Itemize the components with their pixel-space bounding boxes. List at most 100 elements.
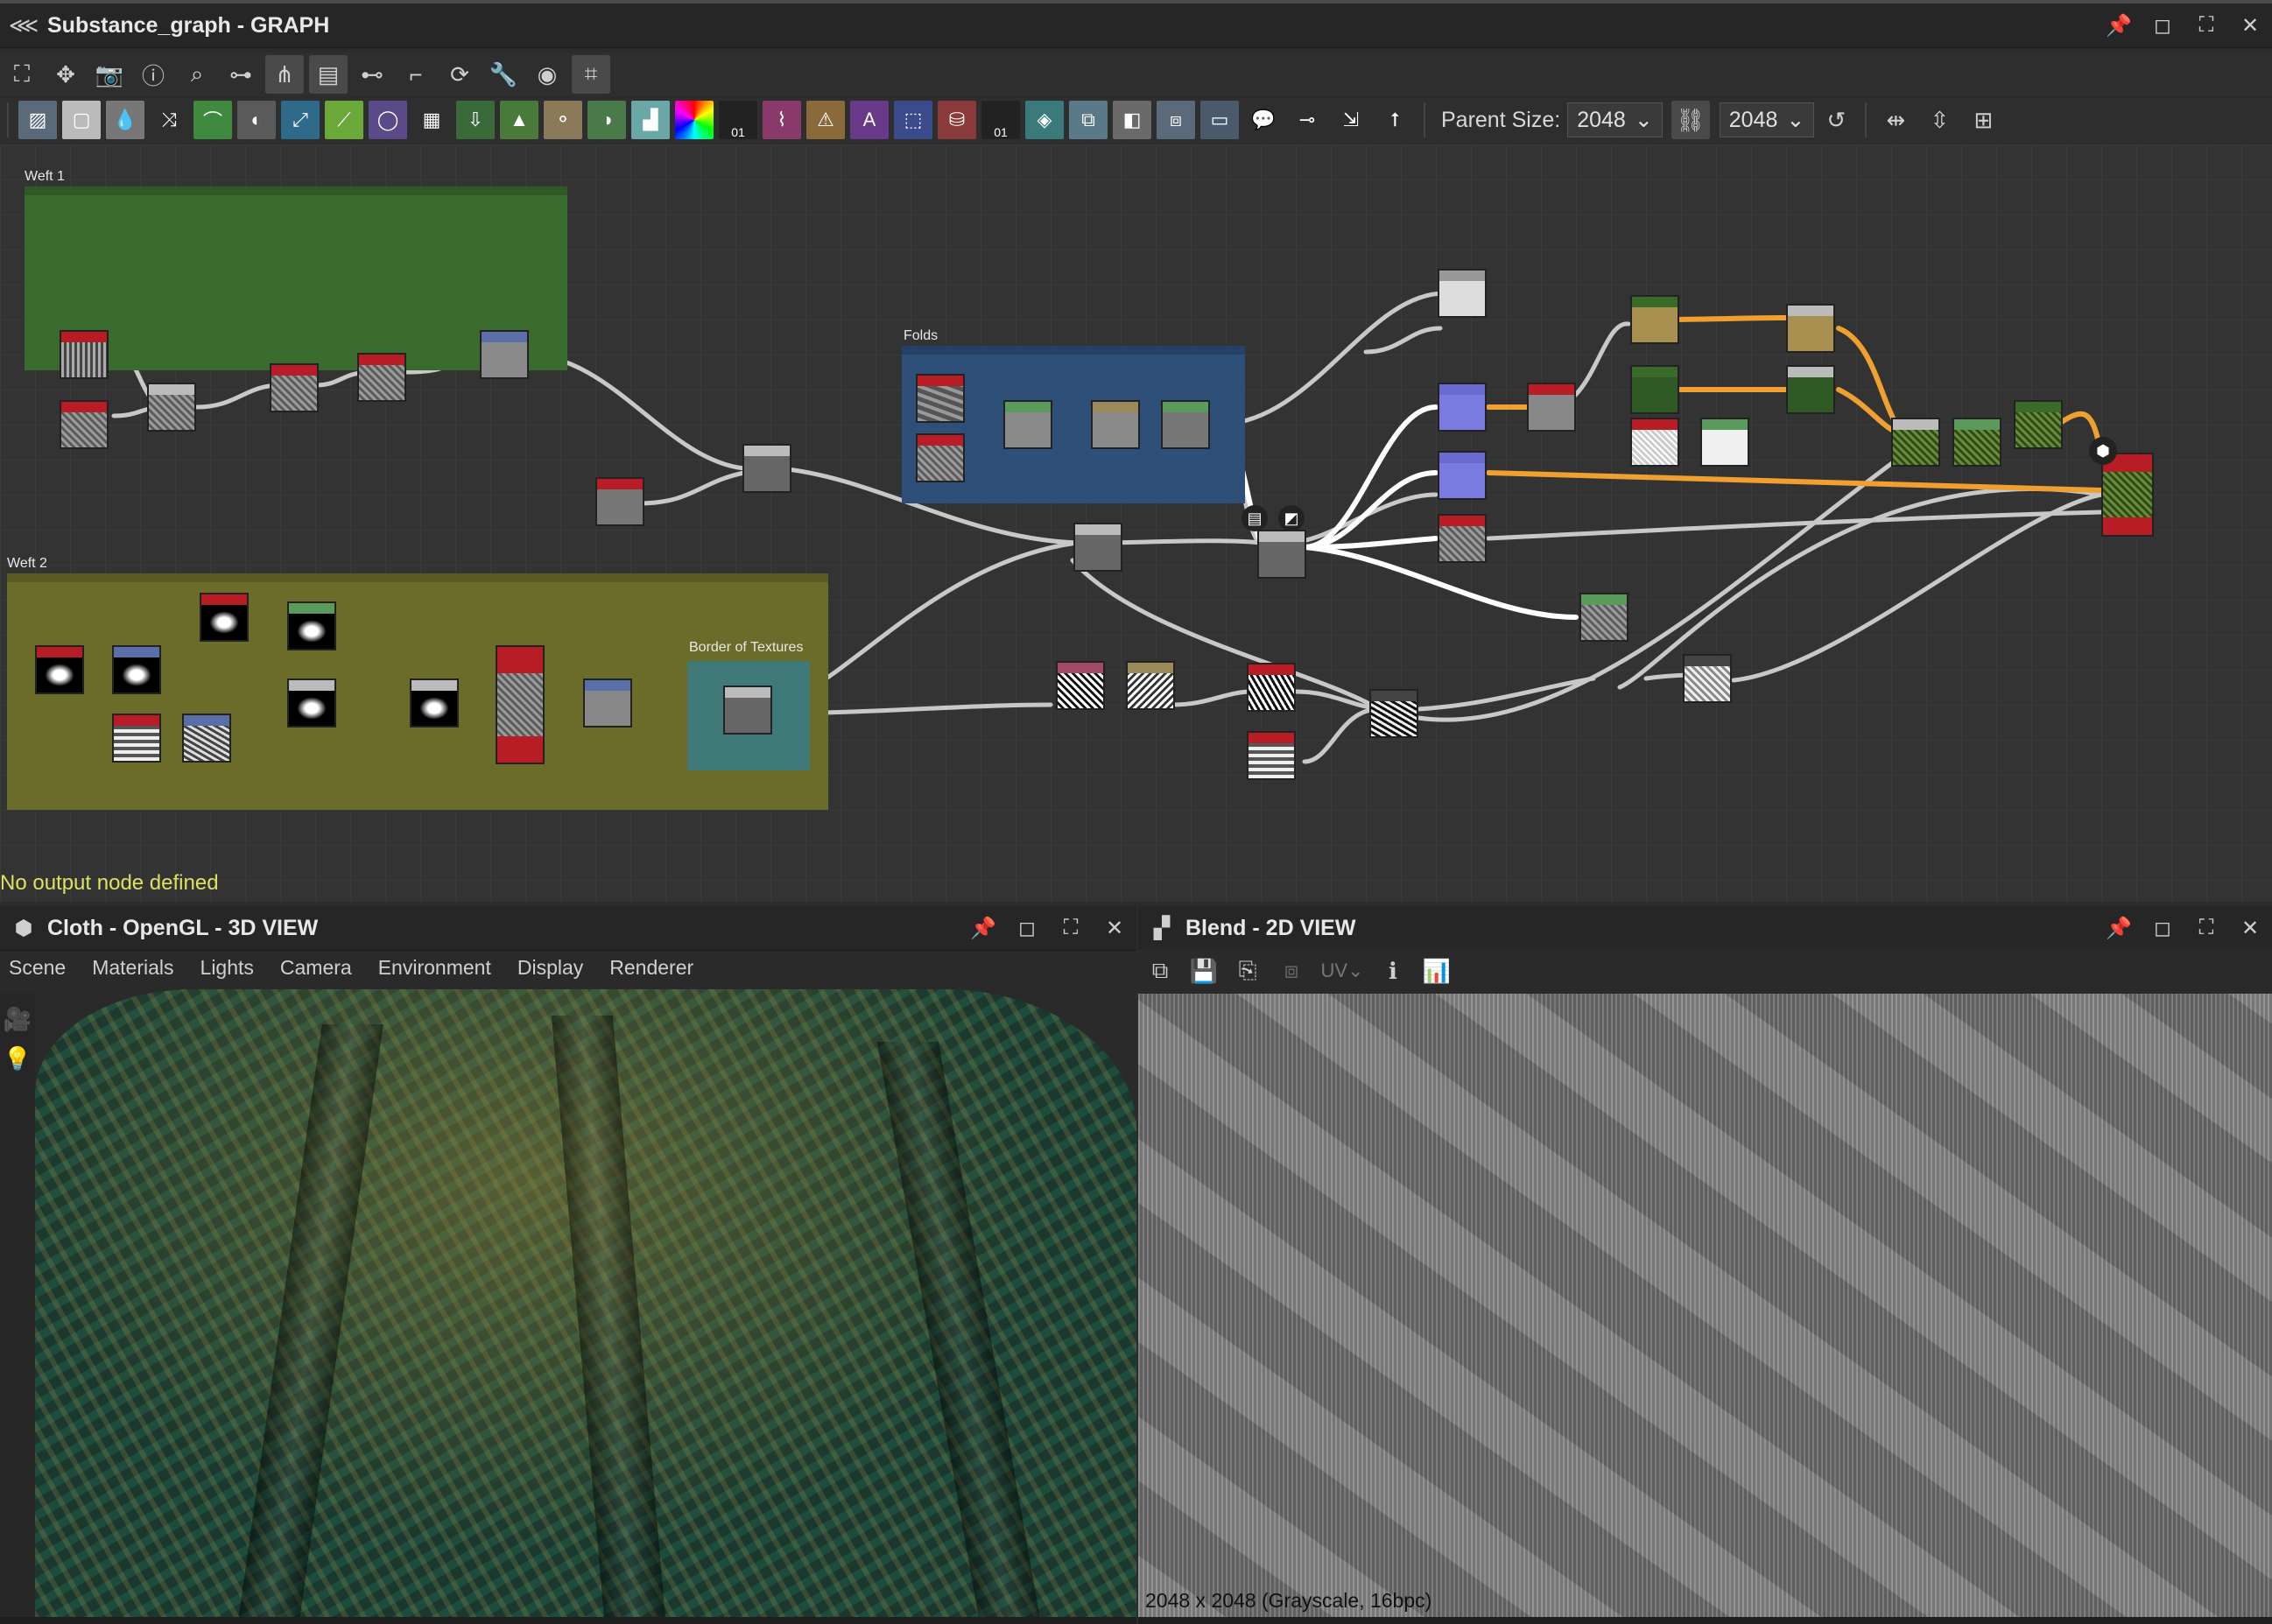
menu-renderer[interactable]: Renderer bbox=[609, 956, 693, 980]
graph-node[interactable] bbox=[1257, 530, 1306, 579]
pattern-icon[interactable]: ◈ bbox=[1025, 101, 1064, 139]
restore-icon[interactable]: ◻ bbox=[2141, 13, 2184, 39]
pin-icon[interactable]: 📌 bbox=[961, 916, 1005, 941]
link-size-icon[interactable]: ⛓ bbox=[1671, 101, 1710, 139]
graph-layout-icon[interactable]: ⋔ bbox=[265, 55, 304, 94]
pin-node-icon[interactable]: ⊸ bbox=[1288, 101, 1326, 139]
graph-node[interactable] bbox=[1073, 523, 1122, 572]
graph-node[interactable] bbox=[200, 593, 249, 642]
graph-node[interactable] bbox=[1438, 514, 1487, 563]
hsl-icon[interactable] bbox=[675, 101, 714, 139]
shuffle-icon[interactable]: ⤨ bbox=[150, 101, 188, 139]
text-icon[interactable]: A bbox=[850, 101, 889, 139]
maximize-icon[interactable]: ⛶ bbox=[1049, 916, 1093, 940]
output-size-select[interactable]: 2048 ⌄ bbox=[1719, 102, 1815, 137]
graph-node[interactable] bbox=[595, 477, 644, 526]
graph-node[interactable] bbox=[1891, 418, 1940, 467]
graph-node[interactable] bbox=[1630, 295, 1679, 344]
restore-icon[interactable]: ◻ bbox=[1005, 916, 1049, 941]
preview-badge-icon[interactable]: ▤ bbox=[1242, 505, 1268, 531]
refresh-icon[interactable]: ⟳ bbox=[440, 55, 479, 94]
pin-icon[interactable]: 📌 bbox=[2097, 13, 2141, 39]
grid-snap-icon[interactable]: ⌗ bbox=[572, 55, 610, 94]
graph-node[interactable] bbox=[410, 678, 459, 728]
graph-node[interactable] bbox=[147, 383, 196, 432]
material-blend-icon[interactable]: ⧉ bbox=[1069, 101, 1108, 139]
weave-texture-preview[interactable]: 2048 x 2048 (Grayscale, 16bpc) bbox=[1138, 994, 2272, 1620]
emboss-icon[interactable]: ▲ bbox=[500, 101, 538, 139]
anchor-icon[interactable]: ⭡ bbox=[1375, 101, 1414, 139]
graph-node[interactable] bbox=[1700, 418, 1749, 467]
graph-node[interactable] bbox=[916, 374, 965, 423]
menu-camera[interactable]: Camera bbox=[280, 956, 352, 980]
graph-node[interactable] bbox=[1527, 383, 1576, 432]
graph-node[interactable] bbox=[1630, 418, 1679, 467]
graph-node[interactable] bbox=[916, 433, 965, 482]
save-icon[interactable]: 💾 bbox=[1185, 952, 1223, 990]
graph-node[interactable] bbox=[723, 685, 772, 735]
blur-icon[interactable]: 💧 bbox=[106, 101, 144, 139]
function-icon[interactable]: 01 bbox=[981, 101, 1020, 139]
curve-icon[interactable]: ⌒ bbox=[193, 101, 232, 139]
graph-node[interactable] bbox=[182, 714, 231, 763]
video-camera-icon[interactable]: 🎥 bbox=[0, 1006, 35, 1033]
light-bulb-icon[interactable]: 💡 bbox=[0, 1045, 35, 1072]
graph-node[interactable] bbox=[496, 645, 545, 764]
graph-node[interactable] bbox=[112, 645, 161, 694]
distribute-icon[interactable]: ⊞ bbox=[1964, 101, 2002, 139]
grayscale-icon[interactable]: ◑ bbox=[587, 101, 626, 139]
graph-node[interactable] bbox=[1786, 304, 1835, 353]
graph-node[interactable] bbox=[1247, 731, 1296, 780]
info-icon[interactable]: ℹ bbox=[1374, 952, 1412, 990]
align-vertical-icon[interactable]: ⇳ bbox=[1920, 101, 1959, 139]
graph-node[interactable] bbox=[357, 353, 406, 402]
graph-canvas[interactable]: Weft 1 Weft 2 Folds Border of Textures ▤… bbox=[0, 144, 2272, 902]
graph-node[interactable] bbox=[1683, 654, 1732, 703]
graph-node[interactable] bbox=[60, 400, 109, 449]
uniform-color-icon[interactable]: ▢ bbox=[62, 101, 101, 139]
graph-node[interactable] bbox=[1786, 365, 1835, 414]
graph-node[interactable] bbox=[35, 645, 84, 694]
graph-node[interactable] bbox=[1161, 400, 1210, 449]
graph-node[interactable] bbox=[742, 444, 791, 493]
menu-lights[interactable]: Lights bbox=[200, 956, 254, 980]
graph-node[interactable] bbox=[2014, 400, 2063, 449]
output-badge-icon[interactable]: ⬢ bbox=[2089, 437, 2117, 465]
export-icon[interactable]: ⇲ bbox=[1332, 101, 1370, 139]
bitmap-node-icon[interactable]: ▨ bbox=[18, 101, 57, 139]
graph-node[interactable] bbox=[1126, 661, 1175, 710]
splatter-icon[interactable]: ⧈ bbox=[1157, 101, 1195, 139]
graph-node[interactable] bbox=[1579, 593, 1628, 642]
maximize-icon[interactable]: ⛶ bbox=[2184, 13, 2228, 38]
histogram-icon[interactable]: ▟ bbox=[631, 101, 670, 139]
graph-node[interactable] bbox=[583, 678, 632, 728]
preview-icon[interactable]: ◉ bbox=[528, 55, 566, 94]
move-icon[interactable]: ✥ bbox=[46, 55, 85, 94]
blend-icon[interactable]: ⚬ bbox=[544, 101, 582, 139]
graph-node[interactable] bbox=[1952, 418, 2001, 467]
align-horizontal-icon[interactable]: ⇹ bbox=[1876, 101, 1915, 139]
close-icon[interactable]: ✕ bbox=[1093, 916, 1136, 941]
comment-icon[interactable]: 💬 bbox=[1244, 101, 1283, 139]
warp-icon[interactable]: ◯ bbox=[369, 101, 407, 139]
connection-icon[interactable]: ⌐ bbox=[397, 55, 435, 94]
gradient-icon[interactable]: ⟋ bbox=[325, 101, 363, 139]
graph-node[interactable] bbox=[1369, 689, 1418, 738]
reset-size-icon[interactable]: ↺ bbox=[1817, 101, 1855, 139]
noise-counter-icon[interactable]: 01 bbox=[719, 101, 757, 139]
parent-size-select[interactable]: 2048 ⌄ bbox=[1567, 102, 1663, 137]
preview-badge-icon[interactable]: ◩ bbox=[1278, 505, 1305, 531]
menu-display[interactable]: Display bbox=[517, 956, 583, 980]
graph-node[interactable] bbox=[1438, 451, 1487, 500]
fill-icon[interactable]: ⛁ bbox=[938, 101, 976, 139]
mask-icon[interactable]: ◧ bbox=[1113, 101, 1151, 139]
graph-node[interactable] bbox=[1003, 400, 1052, 449]
maximize-icon[interactable]: ⛶ bbox=[2184, 916, 2228, 940]
node-link-icon[interactable]: ⊶ bbox=[222, 55, 260, 94]
graph-node[interactable] bbox=[287, 601, 336, 650]
graph-node[interactable] bbox=[287, 678, 336, 728]
cloth-3d-render[interactable] bbox=[35, 989, 1136, 1620]
graph-node[interactable] bbox=[480, 330, 529, 379]
close-icon[interactable]: ✕ bbox=[2228, 916, 2272, 941]
graph-node[interactable] bbox=[1438, 383, 1487, 432]
